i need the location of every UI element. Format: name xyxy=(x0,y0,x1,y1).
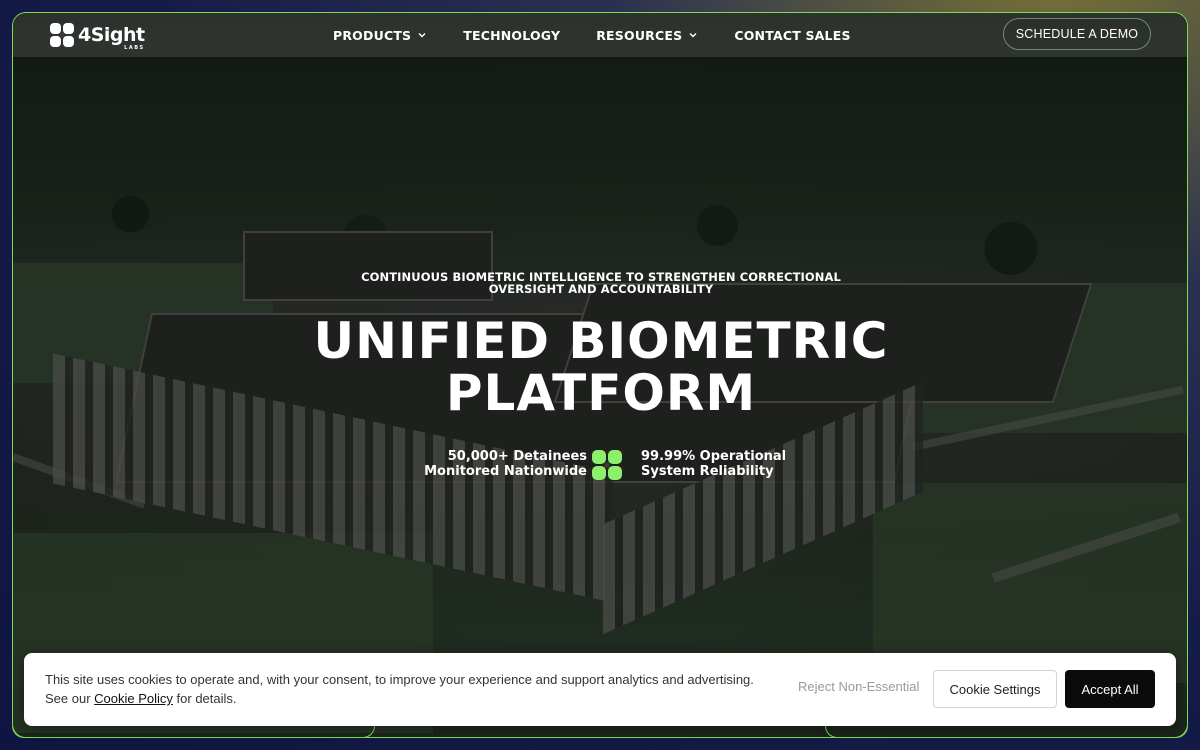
logo-subtitle: LABS xyxy=(124,44,145,51)
hero-headline: UNIFIED BIOMETRIC PLATFORM xyxy=(201,315,1001,419)
brand-logo[interactable]: 4Sight LABS xyxy=(49,20,145,50)
chevron-down-icon xyxy=(689,33,697,38)
cookie-policy-link[interactable]: Cookie Policy xyxy=(94,691,173,706)
schedule-demo-button[interactable]: SCHEDULE A DEMO xyxy=(1003,18,1151,50)
nav-item-label: PRODUCTS xyxy=(333,27,412,43)
stat-line: 50,000+ Detainees xyxy=(447,449,587,464)
logo-clover-icon xyxy=(50,23,74,47)
nav-item-label: CONTACT SALES xyxy=(734,27,851,43)
cookie-settings-button[interactable]: Cookie Settings xyxy=(933,670,1057,708)
hero-headline-line: UNIFIED BIOMETRIC xyxy=(313,312,889,370)
card-fragment-right xyxy=(825,726,1188,738)
cookie-message-line: See our Cookie Policy for details. xyxy=(45,689,785,708)
hero-section: 4Sight LABS PRODUCTS TECHNOLOGY RESOURCE… xyxy=(12,12,1188,738)
main-menu: PRODUCTS TECHNOLOGY RESOURCES CONTACT SA… xyxy=(333,13,887,57)
clover-icon xyxy=(592,450,622,480)
cookie-message: This site uses cookies to operate and, w… xyxy=(45,670,785,708)
nav-item-contact-sales[interactable]: CONTACT SALES xyxy=(734,28,850,43)
nav-item-resources[interactable]: RESOURCES xyxy=(596,28,698,43)
logo-wordmark: 4Sight LABS xyxy=(78,23,145,51)
nav-item-label: TECHNOLOGY xyxy=(463,27,561,43)
cookie-banner: This site uses cookies to operate and, w… xyxy=(24,653,1176,726)
cookie-message-prefix: See our xyxy=(45,691,95,706)
cookie-message-line: This site uses cookies to operate and, w… xyxy=(45,672,754,687)
stat-line: System Reliability xyxy=(641,464,774,479)
hero-stats: 50,000+ Detainees Monitored Nationwide 9… xyxy=(201,447,1001,487)
cookie-message-suffix: for details. xyxy=(172,691,237,706)
nav-item-technology[interactable]: TECHNOLOGY xyxy=(463,28,560,43)
accept-all-button[interactable]: Accept All xyxy=(1065,670,1155,708)
chevron-down-icon xyxy=(418,33,426,38)
stat-line: 99.99% Operational xyxy=(641,449,787,464)
stat-line: Monitored Nationwide xyxy=(424,464,587,479)
nav-item-products[interactable]: PRODUCTS xyxy=(333,28,427,43)
card-fragment-left xyxy=(12,726,375,738)
hero-headline-line: PLATFORM xyxy=(445,364,757,422)
hero-kicker-line: OVERSIGHT AND ACCOUNTABILITY xyxy=(488,282,714,296)
nav-item-label: RESOURCES xyxy=(596,27,683,43)
stat-detainees: 50,000+ Detainees Monitored Nationwide xyxy=(424,449,587,479)
top-navigation: 4Sight LABS PRODUCTS TECHNOLOGY RESOURCE… xyxy=(13,13,1187,57)
stat-reliability: 99.99% Operational System Reliability xyxy=(641,449,786,479)
hero-kicker: CONTINUOUS BIOMETRIC INTELLIGENCE TO STR… xyxy=(301,271,901,295)
reject-non-essential-button[interactable]: Reject Non-Essential xyxy=(798,679,919,694)
